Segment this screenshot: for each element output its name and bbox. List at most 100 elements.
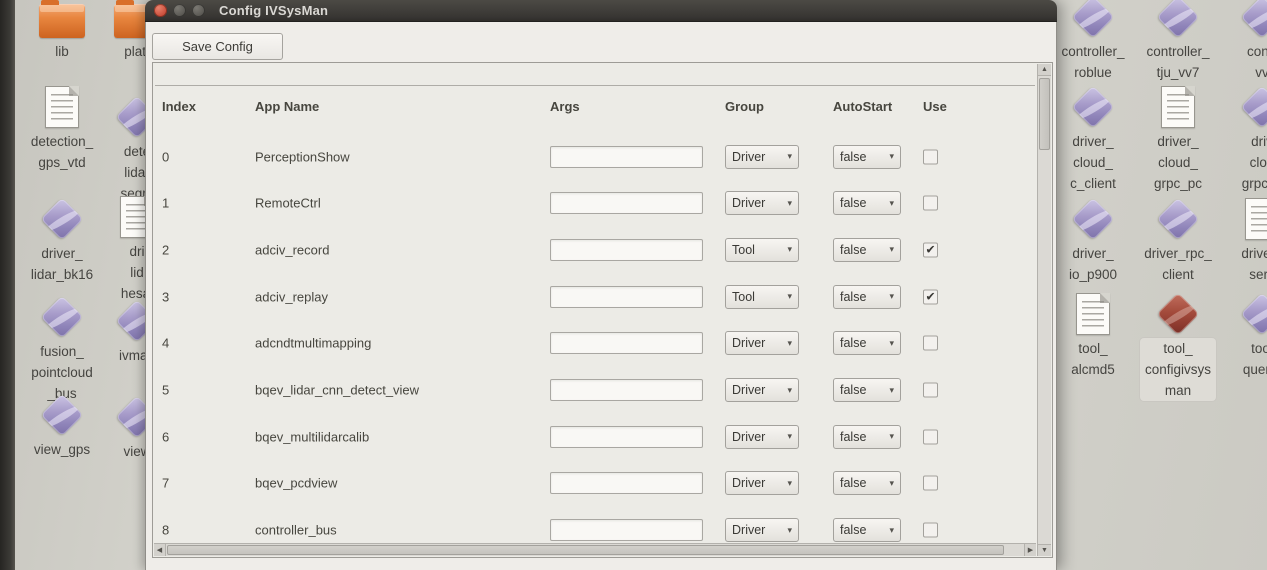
app-name-label: controller_bus [255, 523, 337, 538]
args-input[interactable] [550, 472, 703, 494]
desktop-icon[interactable]: driver_io_p900 [1047, 198, 1139, 285]
use-checkbox[interactable] [923, 429, 938, 444]
diamond-icon-box [1157, 293, 1199, 335]
purple-diamond-icon [1157, 198, 1199, 240]
desktop-icon[interactable]: tool_alcmd5 [1047, 293, 1139, 380]
autostart-select[interactable]: false ▾ [833, 471, 901, 495]
args-input[interactable] [550, 239, 703, 261]
args-input[interactable] [550, 192, 703, 214]
app-name-label: adciv_record [255, 242, 329, 257]
group-select-value: Driver [732, 336, 765, 350]
app-name-label: adciv_replay [255, 289, 328, 304]
group-select[interactable]: Driver ▾ [725, 425, 799, 449]
use-checkbox[interactable] [923, 196, 938, 211]
maximize-icon[interactable] [192, 4, 205, 17]
desktop-icon-label: tool_alcmd5 [1071, 338, 1115, 380]
window-titlebar[interactable]: Config IVSysMan [145, 0, 1057, 22]
desktop-icon[interactable]: toolqueryr [1216, 293, 1267, 380]
horizontal-scrollbar[interactable]: ◀ ▶ [154, 543, 1036, 556]
vertical-scrollbar[interactable]: ▲ ▼ [1037, 64, 1051, 556]
autostart-select-value: false [840, 523, 866, 537]
row-index-label: 7 [162, 476, 169, 491]
autostart-select[interactable]: false ▾ [833, 331, 901, 355]
group-select[interactable]: Driver ▾ [725, 191, 799, 215]
autostart-select[interactable]: false ▾ [833, 191, 901, 215]
scroll-right-icon[interactable]: ▶ [1024, 544, 1036, 556]
desktop-icon[interactable]: controller_roblue [1047, 0, 1139, 83]
chevron-down-icon: ▾ [787, 198, 792, 209]
desktop-icon[interactable]: controller_tju_vv7 [1132, 0, 1224, 83]
autostart-select[interactable]: false ▾ [833, 425, 901, 449]
desktop-icon[interactable]: drivclougrpc_s [1216, 86, 1267, 194]
chevron-down-icon: ▾ [889, 431, 894, 442]
args-input[interactable] [550, 519, 703, 541]
desktop-icon-label: toolqueryr [1243, 338, 1267, 380]
group-select[interactable]: Driver ▾ [725, 471, 799, 495]
chevron-down-icon: ▾ [787, 525, 792, 536]
group-select-value: Tool [732, 290, 755, 304]
minimize-icon[interactable] [173, 4, 186, 17]
group-select[interactable]: Driver ▾ [725, 145, 799, 169]
config-ivsysman-window: Config IVSysMan Save Config Index App Na… [145, 0, 1057, 570]
desktop-icon-label: detection_gps_vtd [31, 131, 93, 173]
desktop-icon[interactable]: driver_cloud_grpc_pc [1132, 86, 1224, 194]
group-select[interactable]: Driver ▾ [725, 331, 799, 355]
window-body: Save Config Index App Name Args Group Au… [145, 22, 1057, 570]
desktop-icon[interactable]: driver_cloud_c_client [1047, 86, 1139, 194]
document-icon [1245, 198, 1267, 240]
use-checkbox[interactable]: ✔ [923, 242, 938, 257]
close-icon[interactable] [154, 4, 167, 17]
desktop-icon-label: driver_rpc_client [1144, 243, 1212, 285]
save-config-button[interactable]: Save Config [152, 33, 283, 60]
scroll-up-icon[interactable]: ▲ [1038, 64, 1051, 76]
autostart-select[interactable]: false ▾ [833, 518, 901, 542]
desktop-icon-label: tool_configivsysman [1140, 338, 1216, 401]
vertical-scrollbar-thumb[interactable] [1039, 78, 1050, 150]
group-select[interactable]: Tool ▾ [725, 285, 799, 309]
row-index-label: 3 [162, 289, 169, 304]
desktop-icon[interactable]: contrvv [1216, 0, 1267, 83]
autostart-select[interactable]: false ▾ [833, 238, 901, 262]
autostart-select-value: false [840, 150, 866, 164]
args-input[interactable] [550, 332, 703, 354]
use-checkbox[interactable] [923, 523, 938, 538]
use-checkbox[interactable] [923, 476, 938, 491]
autostart-select[interactable]: false ▾ [833, 378, 901, 402]
purple-diamond-icon [1241, 0, 1267, 38]
table-row: 1 RemoteCtrl Driver ▾ false ▾ [153, 180, 1036, 227]
scroll-down-icon[interactable]: ▼ [1038, 544, 1051, 556]
chevron-down-icon: ▾ [787, 385, 792, 396]
table-row: 4 adcndtmultimapping Driver ▾ false ▾ [153, 320, 1036, 367]
autostart-select[interactable]: false ▾ [833, 145, 901, 169]
desktop-icon[interactable]: driver_rpc_client [1132, 198, 1224, 285]
row-index-label: 2 [162, 242, 169, 257]
purple-diamond-icon [1241, 86, 1267, 128]
use-checkbox[interactable]: ✔ [923, 289, 938, 304]
args-input[interactable] [550, 146, 703, 168]
desktop-icon-label: driver_cloud_c_client [1070, 131, 1116, 194]
table-row: 3 adciv_replay Tool ▾ false ▾ ✔ [153, 273, 1036, 320]
autostart-select[interactable]: false ▾ [833, 285, 901, 309]
autostart-select-value: false [840, 196, 866, 210]
desktop-icon-label: driver_lidar_bk16 [31, 243, 93, 285]
row-index-label: 4 [162, 336, 169, 351]
group-select[interactable]: Driver ▾ [725, 518, 799, 542]
scroll-left-icon[interactable]: ◀ [154, 544, 166, 556]
desktop-icon[interactable]: tool_configivsysman [1132, 293, 1224, 401]
use-checkbox[interactable] [923, 383, 938, 398]
args-input[interactable] [550, 286, 703, 308]
use-checkbox[interactable] [923, 149, 938, 164]
group-select[interactable]: Tool ▾ [725, 238, 799, 262]
desktop-icon-label: controller_roblue [1061, 41, 1124, 83]
diamond-icon-box [1157, 0, 1199, 38]
args-input[interactable] [550, 426, 703, 448]
group-select-value: Tool [732, 243, 755, 257]
args-input[interactable] [550, 379, 703, 401]
use-checkbox[interactable] [923, 336, 938, 351]
table-row: 6 bqev_multilidarcalib Driver ▾ false ▾ [153, 413, 1036, 460]
desktop-icon[interactable]: driver_serv [1216, 198, 1267, 285]
group-select-value: Driver [732, 523, 765, 537]
horizontal-scrollbar-thumb[interactable] [167, 545, 1004, 555]
diamond-icon-box [1072, 86, 1114, 128]
group-select[interactable]: Driver ▾ [725, 378, 799, 402]
